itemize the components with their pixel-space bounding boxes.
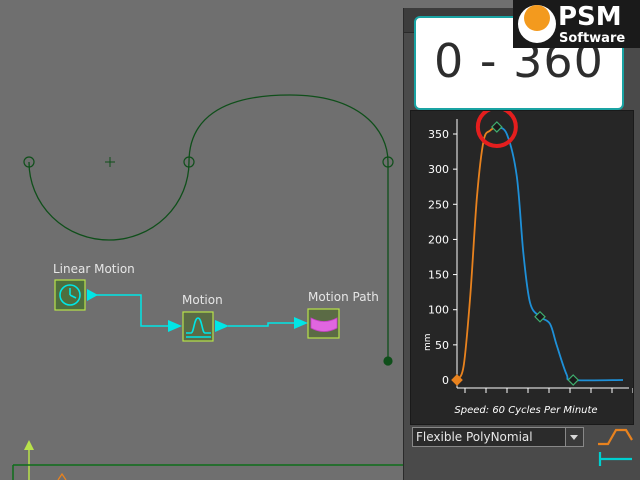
- motion-chart[interactable]: 0 50 100 150 200 250 300 350: [411, 105, 634, 424]
- profile-type-icon[interactable]: [594, 426, 634, 472]
- y-axis-label: mm: [423, 333, 433, 351]
- logo-mark-icon: [518, 5, 556, 43]
- arc-center-crosshair: [105, 157, 115, 167]
- psm-software-logo: PSM Software: [513, 0, 640, 48]
- y-tick-label: 300: [428, 163, 449, 176]
- motion-path-label: Motion Path: [308, 290, 379, 304]
- control-point: [490, 121, 503, 133]
- motion-path-node[interactable]: [307, 308, 340, 339]
- y-tick-label: 150: [428, 269, 449, 282]
- series-line: [456, 126, 498, 381]
- curve-type-value: Flexible PolyNomial: [416, 430, 533, 444]
- speed-caption: Speed: 60 Cycles Per Minute: [454, 405, 598, 416]
- linear-motion-label: Linear Motion: [53, 262, 135, 276]
- logo-line2: Software: [559, 31, 626, 46]
- graph-frame: 0 50 100 150 200 250 300 350 mm Speed: 60 Cycle…: [410, 105, 634, 425]
- y-tick-label: 0: [442, 374, 449, 387]
- y-tick-label: 200: [428, 233, 449, 246]
- y-tick-label: 100: [428, 304, 449, 317]
- logo-line1: PSM: [558, 2, 622, 32]
- motion-label: Motion: [182, 293, 223, 307]
- output-port-arrow[interactable]: [87, 289, 98, 301]
- linear-motion-node[interactable]: [54, 279, 86, 311]
- motion-node[interactable]: [182, 311, 214, 342]
- chevron-down-icon[interactable]: [565, 428, 583, 446]
- control-point: [567, 374, 580, 386]
- output-port-arrow[interactable]: [215, 320, 229, 332]
- y-tick-label: 50: [435, 339, 449, 352]
- axis-gizmo: [12, 440, 403, 480]
- y-tick-label: 250: [428, 198, 449, 211]
- curve-type-dropdown[interactable]: Flexible PolyNomial: [412, 427, 584, 447]
- input-port-arrow[interactable]: [294, 317, 308, 329]
- path-vertex-handle[interactable]: [383, 356, 393, 366]
- input-port-arrow[interactable]: [168, 320, 182, 332]
- series-line: [496, 126, 624, 382]
- y-tick-label: 350: [428, 128, 449, 141]
